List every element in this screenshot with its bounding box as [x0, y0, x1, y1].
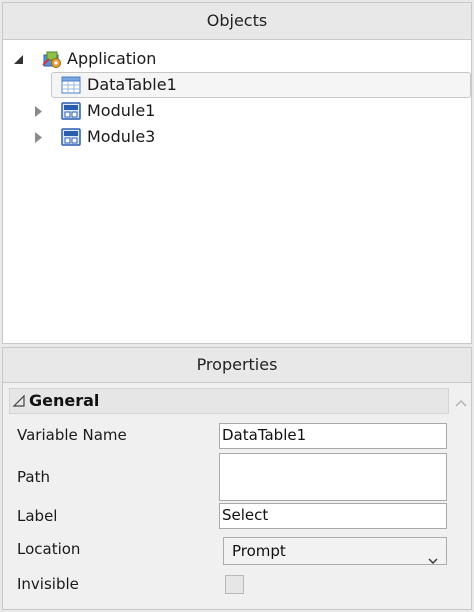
chevron-down-icon — [428, 547, 438, 564]
datatable-icon — [61, 76, 81, 94]
location-selected-value: Prompt — [232, 542, 286, 560]
expand-triangle-icon[interactable] — [31, 98, 45, 124]
expand-triangle-icon[interactable] — [31, 124, 45, 150]
module-icon — [61, 128, 81, 146]
application-icon — [41, 50, 61, 68]
path-label: Path — [17, 468, 50, 486]
tree-item-application[interactable]: Application — [3, 46, 471, 72]
module-icon — [61, 102, 81, 120]
invisible-label: Invisible — [17, 575, 79, 593]
variable-name-field[interactable]: DataTable1 — [219, 423, 447, 449]
category-general[interactable]: General — [9, 388, 449, 414]
objects-panel-header: Objects — [3, 3, 471, 40]
tree-item-datatable1[interactable]: DataTable1 — [3, 72, 471, 98]
properties-panel: Properties General Variable Name DataTab… — [2, 347, 472, 610]
app-window: Objects Application DataTable1 Module1 M… — [0, 0, 474, 612]
label-label: Label — [17, 507, 58, 525]
location-label: Location — [17, 540, 81, 558]
tree-item-module3[interactable]: Module3 — [3, 124, 471, 150]
tree-item-label: Module1 — [87, 101, 156, 120]
label-field[interactable]: Select — [219, 503, 447, 529]
tree-item-label: Module3 — [87, 127, 156, 146]
variable-name-label: Variable Name — [17, 426, 127, 444]
properties-scrollbar[interactable] — [451, 384, 471, 609]
collapse-triangle-icon[interactable] — [11, 46, 25, 72]
scroll-up-icon[interactable] — [455, 394, 467, 407]
category-label: General — [29, 391, 100, 410]
invisible-checkbox[interactable] — [225, 575, 244, 594]
path-field[interactable] — [219, 453, 447, 501]
properties-panel-header: Properties — [3, 348, 471, 383]
objects-panel: Objects Application DataTable1 Module1 M… — [2, 2, 472, 344]
location-select[interactable]: Prompt — [223, 537, 447, 565]
tree-item-label: Application — [67, 49, 157, 68]
object-tree: Application DataTable1 Module1 Module3 — [3, 40, 471, 150]
tree-item-label: DataTable1 — [87, 75, 177, 94]
tree-item-module1[interactable]: Module1 — [3, 98, 471, 124]
collapse-triangle-icon[interactable] — [12, 394, 26, 408]
